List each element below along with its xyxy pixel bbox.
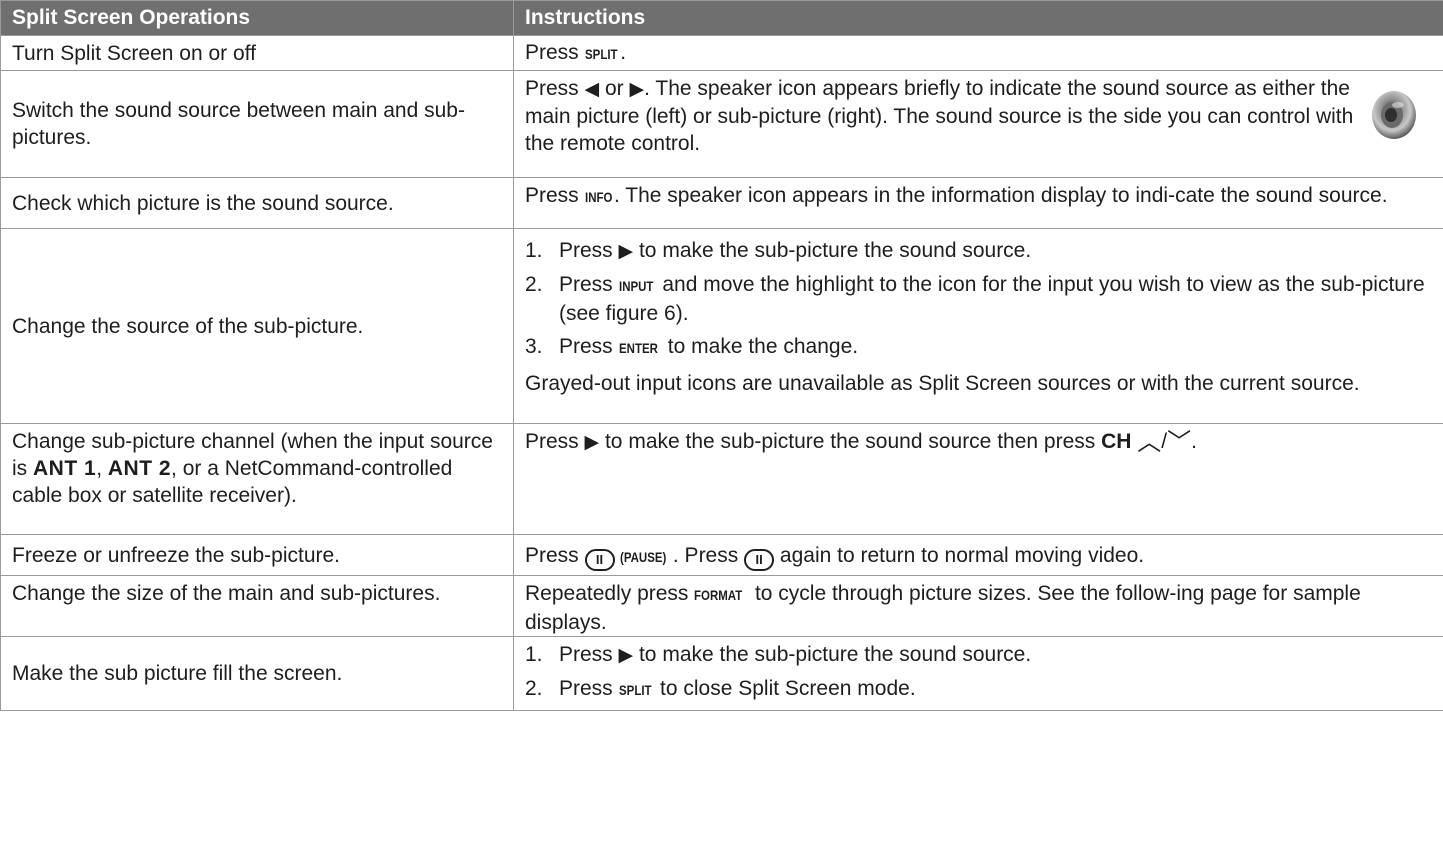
table-row: Change sub-picture channel (when the inp… [0, 423, 1443, 535]
step-number: 2. [525, 273, 543, 296]
operation-text: Change the source of the sub-picture. [12, 314, 364, 338]
step-number: 1. [525, 643, 543, 666]
pause-icon: II [744, 549, 775, 571]
instruction-text: to close Split Screen mode. [654, 677, 916, 700]
instruction-text: Press [525, 77, 585, 100]
instruction-cell: Press ▶ to make the sub-picture the soun… [513, 423, 1443, 535]
table-row: Freeze or unfreeze the sub-picture. Pres… [0, 534, 1443, 576]
instruction-text: to make the sub-picture the sound source… [599, 430, 1102, 453]
chevron-up-icon: ︿ [1137, 429, 1162, 456]
info-key: INFO [584, 189, 612, 205]
instruction-text: . [620, 40, 627, 64]
operation-text: Change the size of the main and sub-pict… [12, 582, 441, 605]
list-item: 2. Press SPLIT to close Split Screen mod… [525, 675, 1432, 704]
table-row: Switch the sound source between main and… [0, 70, 1443, 178]
table-row: Make the sub picture fill the screen. 1.… [0, 636, 1443, 711]
instruction-text: Press [559, 335, 619, 358]
instruction-text: to make the change. [661, 335, 859, 358]
instruction-cell: Repeatedly press FORMAT to cycle through… [513, 575, 1443, 637]
instruction-text: Press [525, 430, 585, 453]
instruction-cell: 1. Press ▶ to make the sub-picture the s… [513, 228, 1443, 424]
input-key: INPUT [618, 278, 653, 294]
ant2-label: ANT 2 [107, 457, 172, 480]
instruction-text: and move the highlight to the icon for t… [559, 273, 1425, 325]
instruction-text: Press [559, 643, 619, 666]
operation-cell: Change sub-picture channel (when the inp… [0, 423, 514, 535]
format-key: FORMAT [694, 587, 743, 603]
right-arrow-icon: ▶ [618, 645, 634, 666]
instruction-text: Press [559, 273, 619, 296]
split-key: SPLIT [618, 682, 652, 698]
table-row: Check which picture is the sound source.… [0, 177, 1443, 229]
pause-key: (PAUSE) [620, 549, 667, 565]
right-arrow-icon: ▶ [629, 79, 645, 100]
split-key: SPLIT [584, 45, 618, 62]
instruction-cell: Press INFO. The speaker icon appears in … [513, 177, 1443, 229]
list-item: 1. Press ▶ to make the sub-picture the s… [525, 237, 1432, 265]
instruction-text: . The speaker icon appears briefly to in… [525, 77, 1354, 155]
instruction-text: Press [525, 40, 585, 64]
list-item: 1. Press ▶ to make the sub-picture the s… [525, 641, 1432, 669]
header-operations: Split Screen Operations [0, 0, 514, 36]
operation-cell: Make the sub picture fill the screen. [0, 636, 514, 711]
speaker-icon [1372, 91, 1416, 139]
enter-key: ENTER [618, 340, 658, 356]
operation-cell: Check which picture is the sound source. [0, 177, 514, 229]
instruction-cell: Press SPLIT. [513, 35, 1443, 71]
header-instructions: Instructions [513, 0, 1443, 36]
note-text: Grayed-out input icons are unavailable a… [525, 372, 1360, 395]
instruction-cell: Press ◀ or ▶. The speaker icon appears b… [513, 70, 1443, 178]
right-arrow-icon: ▶ [618, 241, 634, 262]
operation-text: Switch the sound source between main and… [12, 99, 465, 149]
pause-icon: II [584, 549, 615, 571]
instruction-text: to make the sub-picture the sound source… [633, 239, 1032, 262]
operation-cell: Change the size of the main and sub-pict… [0, 575, 514, 637]
instruction-text: . [1191, 430, 1197, 453]
instruction-text: Repeatedly press [525, 582, 695, 605]
operation-text: Turn Split Screen on or off [12, 41, 256, 65]
table-row: Change the source of the sub-picture. 1.… [0, 228, 1443, 424]
list-item: 2. Press INPUT and move the highlight to… [525, 271, 1432, 327]
right-arrow-icon: ▶ [584, 432, 600, 453]
operation-cell: Switch the sound source between main and… [0, 70, 514, 178]
table-row: Change the size of the main and sub-pict… [0, 575, 1443, 637]
list-item: 3. Press ENTER to make the change. [525, 333, 1432, 362]
operation-text: Make the sub picture fill the screen. [12, 662, 343, 685]
table-row: Turn Split Screen on or off Press SPLIT. [0, 35, 1443, 71]
left-arrow-icon: ◀ [584, 79, 600, 100]
step-number: 1. [525, 239, 543, 262]
instruction-text: Press [525, 184, 585, 207]
operation-cell: Turn Split Screen on or off [0, 35, 514, 71]
operation-cell: Change the source of the sub-picture. [0, 228, 514, 424]
operation-text: , [96, 457, 108, 480]
instruction-text: Press [525, 544, 585, 567]
operation-text: Freeze or unfreeze the sub-picture. [12, 543, 341, 567]
ant1-label: ANT 1 [33, 457, 97, 480]
step-number: 2. [525, 677, 543, 700]
ch-key: CH [1101, 430, 1132, 453]
instruction-cell: 1. Press ▶ to make the sub-picture the s… [513, 636, 1443, 711]
instruction-text: . Press [672, 544, 745, 567]
step-number: 3. [525, 335, 543, 358]
instruction-cell: Press II (PAUSE) . Press II again to retu… [513, 534, 1443, 576]
operation-cell: Freeze or unfreeze the sub-picture. [0, 534, 514, 576]
instruction-text: to make the sub-picture the sound source… [633, 643, 1032, 666]
split-screen-table: Split Screen Operations Instructions Tur… [0, 0, 1443, 711]
instruction-text: . The speaker icon appears in the inform… [613, 184, 1388, 207]
instruction-text: again to return to normal moving video. [774, 544, 1145, 567]
header-row: Split Screen Operations Instructions [0, 0, 1443, 36]
operation-text: Check which picture is the sound source. [12, 191, 394, 215]
instruction-text: Press [559, 677, 619, 700]
instruction-text: or [599, 77, 630, 100]
instruction-text: Press [559, 239, 619, 262]
chevron-down-icon: ﹀ [1167, 429, 1192, 456]
